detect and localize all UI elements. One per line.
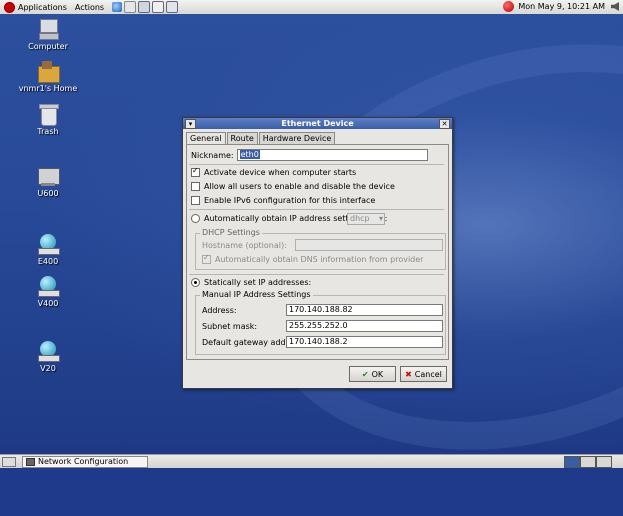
desktop-icon-label: Computer: [28, 42, 68, 51]
nickname-row: Nickname: eth0: [191, 149, 428, 161]
allow-users-row[interactable]: Allow all users to enable and disable th…: [191, 182, 395, 191]
desktop-icon-v400[interactable]: V400: [13, 275, 83, 308]
close-icon[interactable]: ✕: [439, 119, 450, 129]
manual-ip-group: Manual IP Address Settings Address: 170.…: [195, 290, 446, 355]
desktop-icon-label: Trash: [37, 127, 59, 136]
divider: [189, 164, 444, 165]
desktop-icon-trash[interactable]: Trash: [13, 103, 83, 136]
actions-menu[interactable]: Actions: [75, 3, 104, 12]
nickname-value: eth0: [239, 150, 260, 159]
address-label: Address:: [202, 306, 237, 315]
desktop-icon-label: U600: [37, 189, 59, 198]
window-icon: [26, 458, 35, 466]
manual-ip-title: Manual IP Address Settings: [200, 290, 313, 299]
dialog-titlebar[interactable]: ▾ Ethernet Device ✕: [183, 118, 452, 129]
gateway-input[interactable]: 170.140.188.2: [286, 336, 443, 348]
auto-method-dropdown[interactable]: dhcp: [347, 213, 385, 225]
general-panel: Nickname: eth0 Activate device when comp…: [186, 144, 449, 360]
activate-checkbox[interactable]: [191, 166, 200, 177]
cancel-label: Cancel: [414, 369, 442, 379]
ethernet-device-dialog: ▾ Ethernet Device ✕ General Route Hardwa…: [182, 117, 453, 389]
spreadsheet-launcher-icon[interactable]: [152, 1, 165, 13]
hostname-label: Hostname (optional):: [202, 241, 287, 250]
desktop-icon-label: V400: [37, 299, 59, 308]
hostname-input[interactable]: [295, 239, 443, 251]
ipv6-row[interactable]: Enable IPv6 configuration for this inter…: [191, 196, 375, 205]
workspace-3[interactable]: [596, 456, 612, 468]
taskbar-item-label: Network Configuration: [38, 457, 129, 466]
workspace-2[interactable]: [580, 456, 596, 468]
ok-label: OK: [371, 369, 384, 379]
desktop-icon-home[interactable]: vnmr1's Home: [13, 60, 83, 93]
activate-row[interactable]: Activate device when computer starts: [191, 166, 357, 177]
server-icon: [37, 165, 60, 187]
allow-users-checkbox[interactable]: [191, 182, 200, 191]
email-launcher-icon[interactable]: [124, 1, 137, 13]
trash-icon: [37, 103, 59, 126]
clock[interactable]: Mon May 9, 10:21 AM: [518, 2, 605, 11]
static-ip-label: Statically set IP addresses:: [204, 278, 312, 287]
auto-dns-row[interactable]: Automatically obtain DNS information fro…: [202, 253, 424, 264]
divider: [189, 274, 444, 275]
window-menu-icon[interactable]: ▾: [185, 119, 196, 129]
desktop-icon-e400[interactable]: E400: [13, 233, 83, 266]
presentation-launcher-icon[interactable]: [166, 1, 179, 13]
desktop-icon-label: E400: [37, 257, 59, 266]
static-ip-radio[interactable]: [191, 278, 200, 287]
gateway-value: 170.140.188.2: [289, 337, 348, 346]
cancel-button[interactable]: ✖ Cancel: [400, 366, 447, 382]
nickname-label: Nickname:: [191, 150, 234, 160]
web-browser-launcher-icon[interactable]: [112, 2, 123, 12]
activate-label: Activate device when computer starts: [204, 168, 357, 177]
auto-ip-radio[interactable]: [191, 214, 200, 223]
network-host-icon: [37, 233, 60, 255]
taskbar-item-network-configuration[interactable]: Network Configuration: [22, 456, 148, 468]
nickname-input[interactable]: eth0: [236, 149, 428, 161]
home-folder-icon: [37, 60, 60, 83]
desktop-icon-label: vnmr1's Home: [18, 84, 78, 93]
ipv6-checkbox[interactable]: [191, 196, 200, 205]
address-input[interactable]: 170.140.188.82: [286, 304, 443, 316]
allow-users-label: Allow all users to enable and disable th…: [204, 182, 395, 191]
volume-icon[interactable]: [611, 2, 619, 11]
network-host-icon: [37, 275, 60, 297]
static-ip-row[interactable]: Statically set IP addresses:: [191, 278, 311, 287]
document-launcher-icon[interactable]: [138, 1, 151, 13]
computer-icon: [37, 18, 59, 40]
dialog-title: Ethernet Device: [281, 119, 354, 128]
bottom-panel: Network Configuration: [0, 454, 623, 468]
auto-dns-label: Automatically obtain DNS information fro…: [215, 255, 424, 264]
subnet-input[interactable]: 255.255.252.0: [286, 320, 443, 332]
dhcp-settings-group: DHCP Settings Hostname (optional): Autom…: [195, 228, 446, 270]
desktop-icon-v20[interactable]: V20: [13, 340, 83, 373]
auto-dns-checkbox[interactable]: [202, 253, 211, 264]
divider: [189, 209, 444, 210]
desktop-icon-computer[interactable]: Computer: [13, 18, 83, 51]
applications-menu[interactable]: Applications: [18, 3, 67, 12]
ipv6-label: Enable IPv6 configuration for this inter…: [204, 196, 376, 205]
checkmark-icon: ✔: [361, 369, 369, 379]
top-panel: Applications Actions Mon May 9, 10:21 AM: [0, 0, 623, 15]
subnet-value: 255.255.252.0: [289, 321, 348, 330]
cancel-x-icon: ✖: [405, 369, 412, 379]
auto-method-value: dhcp: [350, 214, 370, 223]
network-host-icon: [37, 340, 60, 362]
redhat-logo-icon[interactable]: [4, 1, 15, 13]
subnet-label: Subnet mask:: [202, 322, 258, 331]
desktop-icon-u600[interactable]: U600: [13, 165, 83, 198]
address-value: 170.140.188.82: [289, 305, 353, 314]
clock-area: Mon May 9, 10:21 AM: [503, 1, 619, 12]
desktop-icon-label: V20: [40, 364, 56, 373]
workspace-1[interactable]: [564, 456, 580, 468]
ok-button[interactable]: ✔ OK: [349, 366, 396, 382]
update-alert-icon[interactable]: [503, 1, 515, 12]
dhcp-settings-title: DHCP Settings: [200, 228, 262, 237]
show-desktop-icon[interactable]: [2, 457, 16, 467]
